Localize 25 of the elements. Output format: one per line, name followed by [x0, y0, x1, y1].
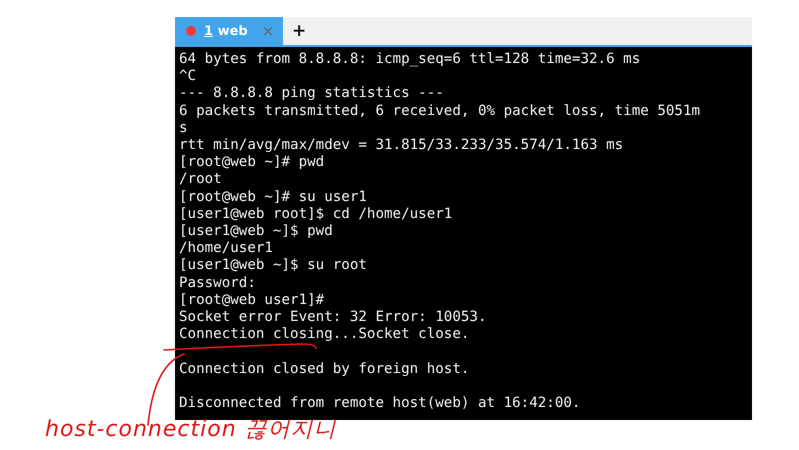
terminal-line: rtt min/avg/max/mdev = 31.815/33.233/35.574/1.163 ms: [179, 137, 624, 154]
terminal-line: Password:: [179, 274, 256, 292]
status-dot-icon: [186, 26, 196, 36]
terminal-line: [user1@web root]$ cd /home/user1: [179, 206, 452, 224]
terminal-line: /root: [179, 171, 222, 189]
terminal-line: Connection closing...Socket close.: [179, 326, 470, 344]
terminal-line: [root@web user1]#: [179, 292, 324, 310]
terminal-line: [user1@web ~]$ su root: [179, 257, 367, 275]
terminal-line: Socket error Event: 32 Error: 10053.: [179, 309, 486, 326]
terminal-line: Disconnected from remote host(web) at 16:42:00.: [179, 395, 580, 412]
terminal-line: s: [179, 120, 188, 138]
terminal-line: ^C: [179, 68, 196, 86]
close-button[interactable]: ×: [262, 22, 274, 40]
terminal-line: [root@web ~]# su user1: [179, 188, 367, 206]
terminal-line: 6 packets transmitted, 6 received, 0% packet loss, time 5051m: [179, 102, 700, 120]
tab-label: 1 web: [204, 24, 248, 38]
terminal-line: [root@web ~]# pwd: [179, 154, 324, 172]
terminal-line: [user1@web ~]$ pwd: [179, 223, 333, 240]
terminal-line: /home/user1: [179, 240, 273, 258]
new-tab-button[interactable]: +: [292, 22, 306, 40]
terminal-line: --- 8.8.8.8 ping statistics ---: [179, 85, 444, 103]
tab[interactable]: 1 web ×: [175, 17, 283, 45]
annotation-text: host-connection 끊어지니: [45, 416, 337, 444]
terminal-line: Connection closed by foreign host.: [179, 360, 470, 378]
terminal-line: 64 bytes from 8.8.8.8: icmp_seq=6 ttl=128 time=32.6 ms: [179, 51, 640, 68]
